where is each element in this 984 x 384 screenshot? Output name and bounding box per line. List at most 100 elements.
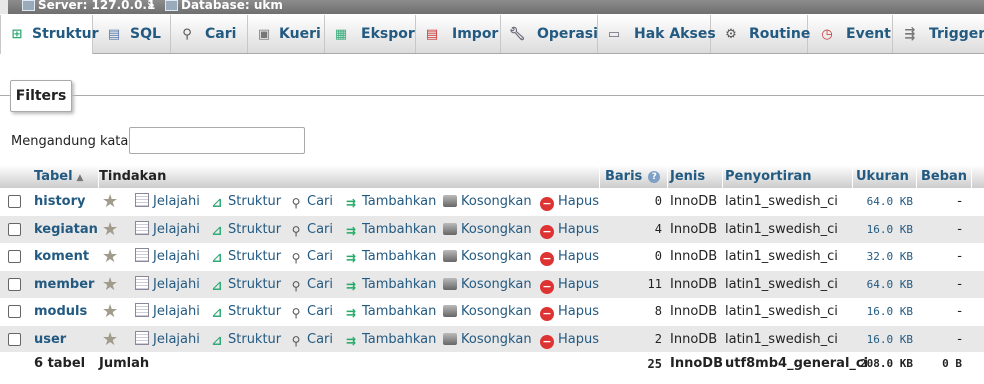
search-action[interactable]: ⚲ Cari: [289, 298, 333, 325]
help-icon[interactable]: ?: [648, 171, 661, 183]
drop-action[interactable]: − Hapus: [540, 271, 599, 298]
tab-event[interactable]: ◷ Event: [808, 15, 893, 53]
tab-trigger[interactable]: ⇶ Trigger: [893, 15, 984, 53]
tab-cari[interactable]: ⚲ Cari: [171, 15, 248, 53]
favorite-star-icon[interactable]: ★: [102, 271, 118, 298]
table-name-link[interactable]: kegiatan: [34, 216, 98, 243]
drop-icon: −: [540, 252, 554, 266]
browse-action[interactable]: Jelajahi: [135, 271, 200, 298]
structure-action[interactable]: ⊿ Struktur: [210, 271, 282, 298]
tab-kueri[interactable]: ▣ Kueri: [248, 15, 325, 53]
header-size[interactable]: Ukuran: [852, 165, 917, 188]
structure-action[interactable]: ⊿ Struktur: [210, 298, 282, 325]
insert-action[interactable]: ⇉ Tambahkan: [344, 326, 436, 353]
search-action[interactable]: ⚲ Cari: [289, 188, 333, 215]
breadcrumb-server[interactable]: Server: 127.0.0.1: [22, 0, 155, 11]
insert-action[interactable]: ⇉ Tambahkan: [344, 271, 436, 298]
row-checkbox[interactable]: [8, 250, 21, 263]
search-action[interactable]: ⚲ Cari: [289, 271, 333, 298]
drop-action[interactable]: − Hapus: [540, 326, 599, 353]
empty-action[interactable]: Kosongkan: [443, 326, 532, 353]
tab-operasi[interactable]: 🔧︎ Operasi: [501, 15, 598, 53]
drop-action[interactable]: − Hapus: [540, 298, 599, 325]
browse-action[interactable]: Jelajahi: [135, 216, 200, 243]
table-size[interactable]: 64.0 KB: [852, 188, 913, 215]
structure-action[interactable]: ⊿ Struktur: [210, 216, 282, 243]
row-checkbox[interactable]: [8, 195, 21, 208]
tab-ekspor[interactable]: ▦ Ekspor: [325, 15, 416, 53]
header-table[interactable]: Tabel ▲: [30, 165, 99, 188]
table-header: Tabel ▲ Tindakan Baris? Jenis Penyortiran…: [0, 165, 984, 189]
tab-impor[interactable]: ▤ Impor: [416, 15, 501, 53]
favorite-star-icon[interactable]: ★: [102, 298, 118, 325]
tab-sql[interactable]: ▤ SQL: [92, 15, 171, 53]
favorite-star-icon[interactable]: ★: [102, 188, 118, 215]
empty-action[interactable]: Kosongkan: [443, 298, 532, 325]
table-name-link[interactable]: user: [34, 326, 66, 353]
row-checkbox[interactable]: [8, 277, 21, 291]
search-action[interactable]: ⚲ Cari: [289, 243, 333, 270]
drop-action[interactable]: − Hapus: [540, 188, 599, 215]
favorite-star-icon[interactable]: ★: [102, 326, 118, 353]
clock-icon: ◷: [821, 26, 833, 42]
table-size[interactable]: 16.0 KB: [852, 326, 913, 353]
table-name-link[interactable]: moduls: [34, 298, 87, 325]
browse-action[interactable]: Jelajahi: [135, 298, 200, 325]
header-overhead[interactable]: Beban: [917, 165, 972, 188]
row-checkbox[interactable]: [8, 305, 21, 318]
row-count: 11: [647, 276, 662, 291]
insert-action[interactable]: ⇉ Tambahkan: [344, 188, 436, 215]
search-action[interactable]: ⚲ Cari: [289, 326, 333, 353]
row-checkbox[interactable]: [8, 222, 21, 236]
favorite-star-icon[interactable]: ★: [102, 243, 118, 270]
favorite-star-icon[interactable]: ★: [102, 216, 118, 243]
table-name-link[interactable]: history: [34, 188, 85, 215]
tab-routine[interactable]: ⚙ Routine: [711, 15, 810, 53]
header-type[interactable]: Jenis: [666, 165, 723, 188]
drop-icon: −: [540, 279, 554, 294]
row-count: 4: [654, 221, 662, 236]
drop-label: Hapus: [558, 249, 600, 264]
header-rows[interactable]: Baris?: [601, 165, 668, 188]
browse-action[interactable]: Jelajahi: [135, 243, 200, 270]
search-label: Cari: [307, 304, 333, 319]
drop-icon: −: [540, 197, 554, 211]
table-size[interactable]: 16.0 KB: [852, 216, 913, 243]
empty-label: Kosongkan: [461, 249, 532, 264]
table-name-link[interactable]: member: [34, 271, 94, 298]
tab-struktur[interactable]: ⊞ Struktur: [0, 15, 99, 54]
search-icon: ⚲: [291, 223, 301, 238]
table-size[interactable]: 16.0 KB: [852, 298, 913, 325]
header-collation[interactable]: Penyortiran: [721, 165, 853, 188]
drop-action[interactable]: − Hapus: [540, 243, 599, 270]
structure-icon: ⊞: [11, 26, 23, 42]
structure-action[interactable]: ⊿ Struktur: [210, 326, 282, 353]
browse-action[interactable]: Jelajahi: [135, 188, 200, 215]
insert-icon: ⇉: [345, 196, 357, 210]
drop-action[interactable]: − Hapus: [540, 216, 599, 243]
search-action[interactable]: ⚲ Cari: [289, 216, 333, 243]
insert-action[interactable]: ⇉ Tambahkan: [344, 298, 436, 325]
table-name-link[interactable]: koment: [34, 243, 89, 270]
table-size[interactable]: 32.0 KB: [852, 243, 913, 270]
table-size[interactable]: 64.0 KB: [852, 271, 913, 298]
tab-label: Ekspor: [361, 26, 415, 42]
filter-input[interactable]: [129, 127, 305, 154]
insert-action[interactable]: ⇉ Tambahkan: [344, 243, 436, 270]
breadcrumb-database[interactable]: Database: ukm: [165, 0, 283, 11]
empty-label: Kosongkan: [461, 221, 532, 237]
structure-action[interactable]: ⊿ Struktur: [210, 243, 282, 270]
insert-action[interactable]: ⇉ Tambahkan: [344, 216, 436, 243]
structure-label: Struktur: [228, 304, 282, 319]
breadcrumb: Server: 127.0.0.1 » Database: ukm: [0, 0, 984, 14]
empty-action[interactable]: Kosongkan: [443, 188, 532, 215]
row-checkbox[interactable]: [8, 332, 21, 346]
routine-icon: ⚙: [725, 26, 737, 42]
structure-action[interactable]: ⊿ Struktur: [210, 188, 282, 215]
empty-action[interactable]: Kosongkan: [443, 216, 532, 243]
empty-action[interactable]: Kosongkan: [443, 271, 532, 298]
tab-hak-akses[interactable]: ▭ Hak Akses: [598, 15, 716, 53]
empty-action[interactable]: Kosongkan: [443, 243, 532, 270]
browse-action[interactable]: Jelajahi: [135, 326, 200, 353]
tab-label: Event: [846, 26, 891, 42]
